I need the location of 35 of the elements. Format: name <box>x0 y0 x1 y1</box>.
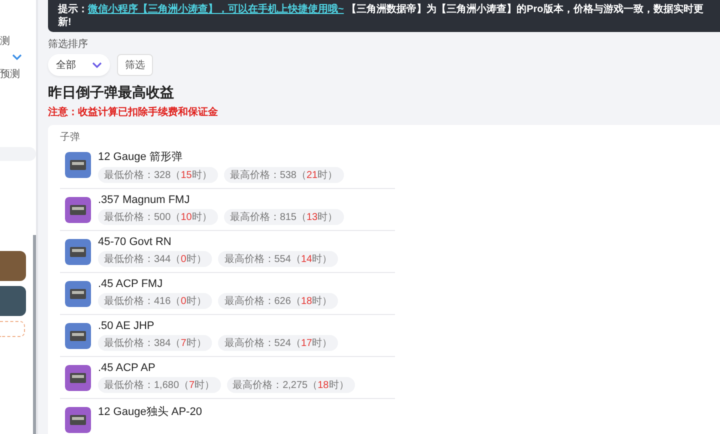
ammo-name: 45-70 Govt RN <box>98 236 172 248</box>
price-tag: 最高价格：538（21时） <box>224 167 344 183</box>
mini-program-link[interactable]: 微信小程序【三角洲小涛查】，可以在手机上快捷使用哦~ <box>88 4 344 15</box>
price-tag: 最低价格：328（15时） <box>98 167 218 183</box>
section-title: 昨日倒子弹最高收益 <box>48 84 175 102</box>
chevron-down-icon <box>92 62 102 68</box>
price-tag: 最低价格：344（0时） <box>98 251 212 267</box>
price-tag: 最低价格：1,680（7时） <box>98 377 221 393</box>
photo-placeholder[interactable] <box>0 286 26 316</box>
price-tag: 最高价格：554（14时） <box>218 251 338 267</box>
price-tag: 最低价格：416（0时） <box>98 293 212 309</box>
price-tag: 最高价格：626（18时） <box>218 293 338 309</box>
price-tag: 最高价格：815（13时） <box>224 209 344 225</box>
ammo-name: 12 Gauge独头 AP-20 <box>98 405 202 419</box>
dashed-box <box>0 321 25 337</box>
ammo-name: .45 ACP AP <box>98 362 156 374</box>
scrollbar-thumb[interactable] <box>33 235 36 434</box>
price-tag: 最低价格：500（10时） <box>98 209 218 225</box>
filter-label: 筛选排序 <box>48 38 89 51</box>
category-heading: 子弹 <box>60 130 81 144</box>
price-tag: 最高价格：524（17时） <box>218 335 338 351</box>
photo-placeholder[interactable] <box>0 251 26 281</box>
ammo-name: 12 Gauge 箭形弹 <box>98 150 184 164</box>
chevron-down-icon[interactable] <box>12 54 22 61</box>
ammo-name: .45 ACP FMJ <box>98 278 164 290</box>
sidebar-item[interactable]: 预测 <box>0 67 36 81</box>
sort-dropdown[interactable]: 全部 <box>48 54 110 76</box>
ammo-name: .357 Magnum FMJ <box>98 194 191 206</box>
warning-note: 注意：收益计算已扣除手续费和保证金 <box>48 105 219 119</box>
price-tag: 最高价格：2,275（18时） <box>226 377 355 393</box>
ammo-name: .50 AE JHP <box>98 320 156 332</box>
sidebar-item[interactable]: 测 <box>0 34 36 48</box>
price-tag: 最低价格：384（7时） <box>98 335 212 351</box>
filter-button[interactable]: 筛选 <box>117 54 153 76</box>
notice-banner: 提示：微信小程序【三角洲小涛查】，可以在手机上快捷使用哦~ 【三角洲数据帝】为【三角洲小涛查】的Pro版本，价格与游戏一致，数据实时更新! <box>48 0 720 32</box>
